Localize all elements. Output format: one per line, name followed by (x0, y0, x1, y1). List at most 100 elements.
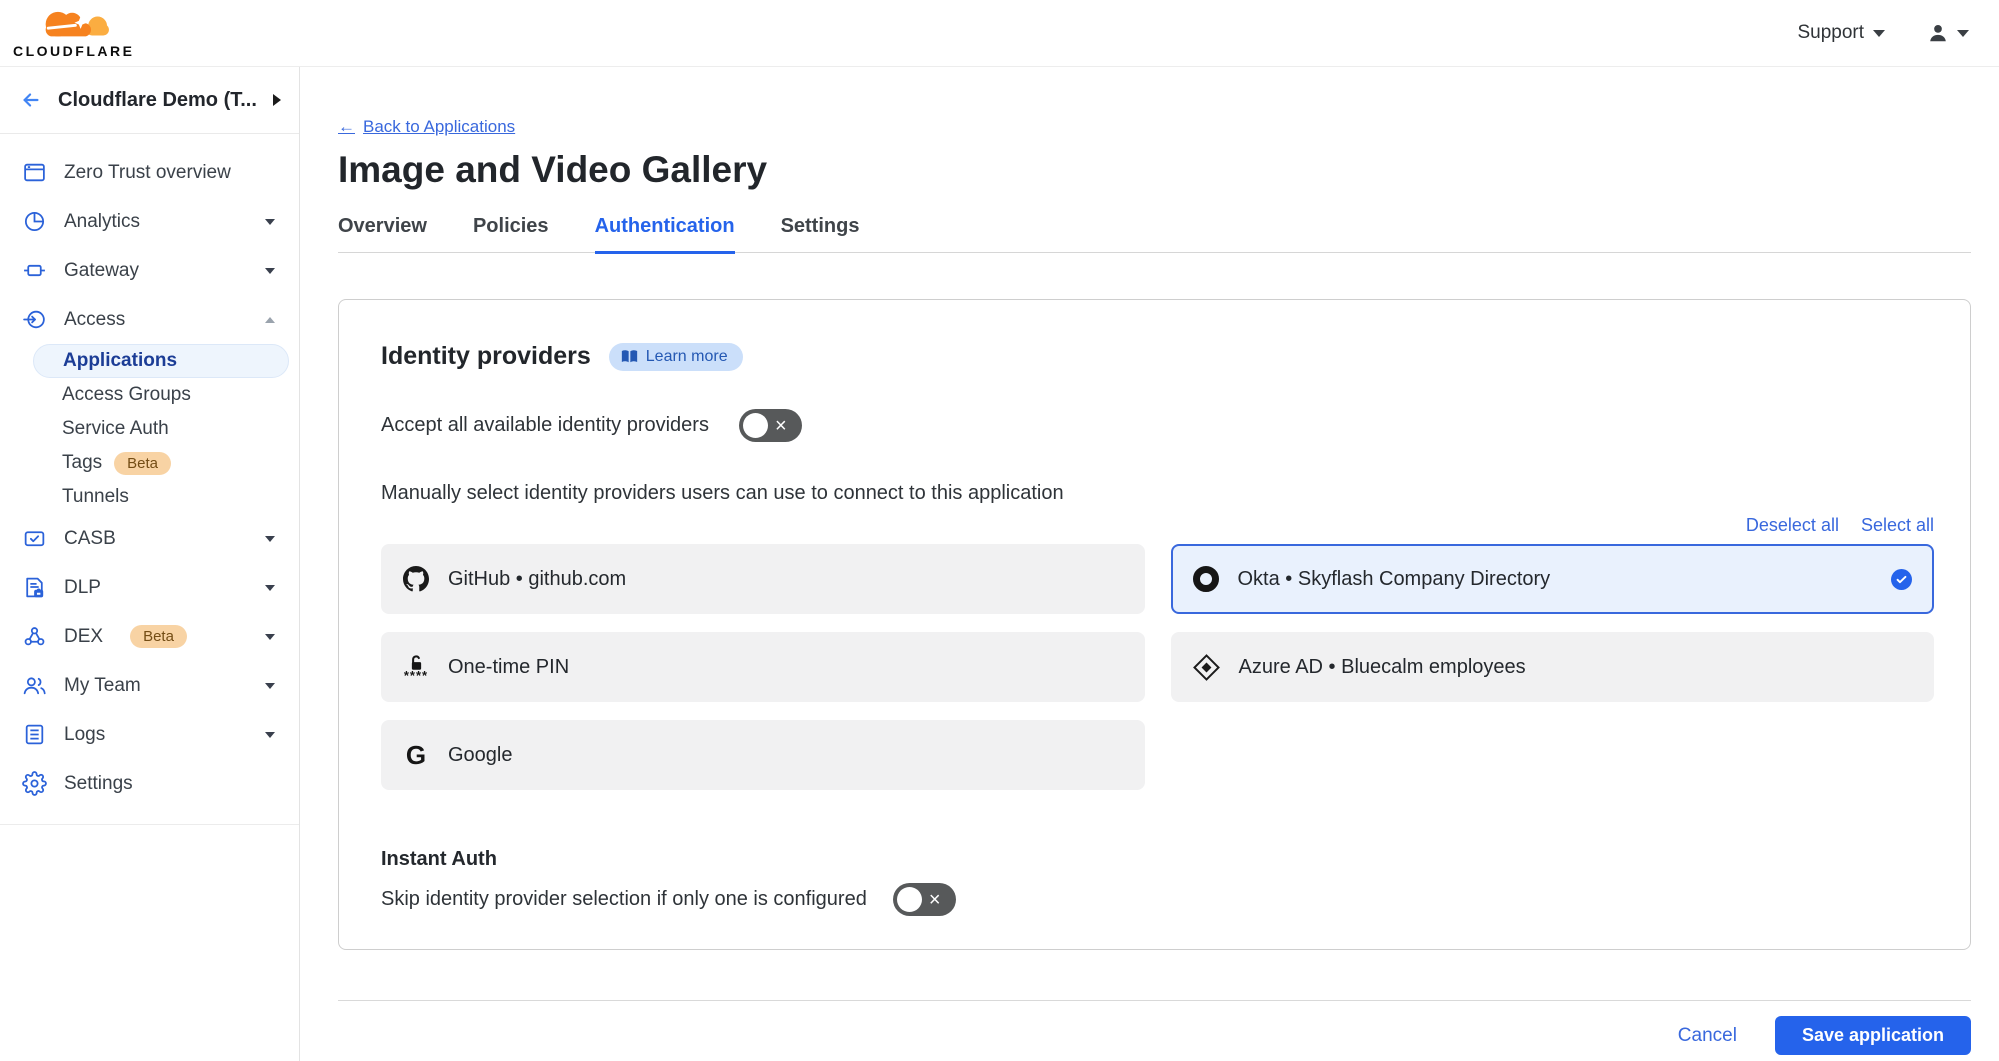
user-icon (1927, 22, 1949, 44)
beta-badge: Beta (114, 452, 171, 475)
chevron-down-icon (265, 536, 275, 547)
accept-all-toggle[interactable]: × (739, 409, 802, 442)
sidebar-item-label: My Team (64, 675, 141, 697)
chevron-down-icon (265, 219, 275, 230)
sidebar-item-label: Logs (64, 724, 105, 746)
card-title: Identity providers (381, 342, 591, 371)
provider-tile-github[interactable]: GitHub • github.com (381, 544, 1145, 614)
sidebar-item-label: CASB (64, 528, 116, 550)
toggle-x-icon: × (775, 416, 787, 436)
tab-overview[interactable]: Overview (338, 215, 427, 252)
chevron-down-icon (265, 634, 275, 645)
sidebar-item-access[interactable]: Access (0, 295, 299, 344)
sidebar-item-label: DEX (64, 626, 103, 648)
cloudflare-logo[interactable]: CLOUDFLARE (13, 9, 134, 58)
provider-name: Okta • Skyflash Company Directory (1238, 568, 1551, 591)
window-icon (22, 160, 47, 185)
top-bar: CLOUDFLARE Support (0, 0, 1999, 67)
provider-tile-one-time-pin[interactable]: **** One-time PIN (381, 632, 1145, 702)
save-application-button[interactable]: Save application (1775, 1016, 1971, 1055)
sidebar-item-tags[interactable]: Tags Beta (33, 446, 289, 480)
footer-actions: Cancel Save application (338, 1016, 1971, 1055)
accept-all-label: Accept all available identity providers (381, 414, 709, 437)
cloudflare-wordmark: CLOUDFLARE (13, 44, 134, 58)
skip-toggle[interactable]: × (893, 883, 956, 916)
cluster-icon (22, 624, 47, 649)
toggle-knob (743, 413, 768, 438)
list-icon (22, 722, 47, 747)
sidebar-item-tunnels[interactable]: Tunnels (33, 480, 289, 514)
azure-ad-icon (1193, 654, 1220, 681)
provider-tile-azure-ad[interactable]: Azure AD • Bluecalm employees (1171, 632, 1935, 702)
select-all-link[interactable]: Select all (1861, 515, 1934, 536)
support-menu[interactable]: Support (1797, 22, 1885, 44)
provider-tile-okta[interactable]: Okta • Skyflash Company Directory (1171, 544, 1935, 614)
chevron-down-icon (265, 268, 275, 279)
expand-right-icon[interactable] (273, 94, 287, 106)
casb-icon (22, 526, 47, 551)
cloudflare-cloud-icon (22, 9, 126, 43)
provider-tile-google[interactable]: G Google (381, 720, 1145, 790)
gateway-icon (22, 258, 47, 283)
provider-name: One-time PIN (448, 656, 569, 679)
sidebar-subitem-label: Tags (62, 452, 102, 474)
back-arrow-icon[interactable] (20, 89, 42, 111)
sidebar-subitem-label: Access Groups (62, 384, 191, 406)
tab-settings[interactable]: Settings (781, 215, 860, 252)
sidebar-item-dlp[interactable]: DLP (0, 563, 299, 612)
sidebar-item-applications[interactable]: Applications (33, 344, 289, 378)
skip-toggle-label: Skip identity provider selection if only… (381, 888, 867, 911)
support-label: Support (1797, 22, 1864, 44)
provider-name: Google (448, 744, 513, 767)
sidebar-nav: Zero Trust overview Analytics Gateway (0, 134, 299, 825)
chevron-down-icon (1957, 30, 1969, 43)
sidebar-subitem-label: Service Auth (62, 418, 169, 440)
beta-badge: Beta (130, 625, 187, 648)
provider-name: GitHub • github.com (448, 568, 626, 591)
tab-policies[interactable]: Policies (473, 215, 549, 252)
sidebar-item-dex[interactable]: DEX Beta (0, 612, 299, 661)
sidebar-item-my-team[interactable]: My Team (0, 661, 299, 710)
sidebar-item-casb[interactable]: CASB (0, 514, 299, 563)
sidebar-item-gateway[interactable]: Gateway (0, 246, 299, 295)
pie-chart-icon (22, 209, 47, 234)
sidebar-divider (0, 824, 299, 825)
people-icon (22, 673, 47, 698)
footer-divider (338, 1000, 1971, 1001)
back-to-applications-link[interactable]: ← Back to Applications (338, 117, 515, 137)
provider-grid: GitHub • github.com Okta • Skyflash Comp… (381, 544, 1934, 790)
sidebar: Cloudflare Demo (T... Zero Trust overvie… (0, 67, 300, 1061)
tab-authentication[interactable]: Authentication (595, 215, 735, 254)
learn-more-badge[interactable]: Learn more (609, 343, 743, 371)
learn-more-label: Learn more (646, 348, 728, 366)
sidebar-item-logs[interactable]: Logs (0, 710, 299, 759)
chevron-down-icon (265, 732, 275, 743)
sidebar-item-label: Zero Trust overview (64, 162, 231, 184)
account-menu[interactable] (1927, 22, 1969, 44)
check-circle-icon (1891, 569, 1912, 590)
provider-name: Azure AD • Bluecalm employees (1239, 656, 1526, 679)
sidebar-item-zero-trust-overview[interactable]: Zero Trust overview (0, 148, 299, 197)
sidebar-item-analytics[interactable]: Analytics (0, 197, 299, 246)
sidebar-item-service-auth[interactable]: Service Auth (33, 412, 289, 446)
chevron-down-icon (265, 683, 275, 694)
github-icon (403, 566, 429, 592)
okta-icon (1193, 566, 1219, 592)
one-time-pin-icon: **** (403, 655, 429, 680)
cancel-button[interactable]: Cancel (1678, 1025, 1737, 1047)
instant-auth-heading: Instant Auth (381, 848, 1934, 871)
account-name: Cloudflare Demo (T... (58, 89, 257, 112)
chevron-down-icon (1873, 30, 1885, 43)
sidebar-item-label: Settings (64, 773, 133, 795)
sidebar-item-label: Analytics (64, 211, 140, 233)
sidebar-item-access-groups[interactable]: Access Groups (33, 378, 289, 412)
google-icon: G (403, 740, 429, 771)
back-link-label: Back to Applications (363, 117, 515, 137)
sidebar-item-label: Access (64, 309, 125, 331)
sidebar-account-header: Cloudflare Demo (T... (0, 67, 299, 134)
sidebar-item-label: Gateway (64, 260, 139, 282)
deselect-all-link[interactable]: Deselect all (1746, 515, 1839, 536)
tab-bar: Overview Policies Authentication Setting… (338, 215, 1971, 253)
sidebar-item-label: DLP (64, 577, 101, 599)
sidebar-item-settings[interactable]: Settings (0, 759, 299, 808)
